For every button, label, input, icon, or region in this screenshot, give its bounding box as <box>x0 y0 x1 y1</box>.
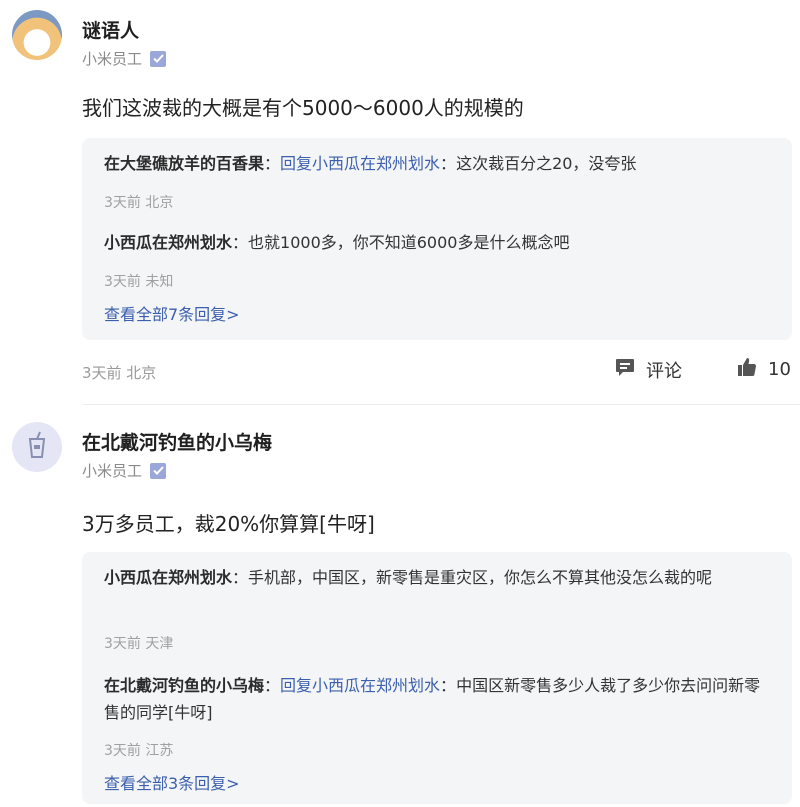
badge-text: 小米员工 <box>82 462 143 480</box>
reply-author[interactable]: 在北戴河钓鱼的小乌梅 <box>104 676 264 695</box>
reply-text: 手机部，中国区，新零售是重灾区，你怎么不算其他没怎么裁的呢 <box>248 568 713 587</box>
reply-item[interactable]: 小西瓜在郑州划水：手机部，中国区，新零售是重灾区，你怎么不算其他没怎么裁的呢 <box>104 564 762 591</box>
reply-author[interactable]: 小西瓜在郑州划水 <box>104 568 232 587</box>
post-2: 在北戴河钓鱼的小乌梅 小米员工 3万多员工，裁20%你算算[牛呀] 小西瓜在郑州… <box>0 0 800 807</box>
reply-to-link[interactable]: 回复小西瓜在郑州划水 <box>280 676 440 695</box>
reply-meta: 3天前 天津 <box>104 636 174 652</box>
verified-badge-icon <box>150 462 167 479</box>
cup-icon <box>25 431 49 463</box>
avatar[interactable] <box>12 422 62 472</box>
employee-badge: 小米员工 <box>82 460 167 481</box>
reply-item[interactable]: 在北戴河钓鱼的小乌梅：回复小西瓜在郑州划水：中国区新零售多少人裁了多少你去问问新… <box>104 672 762 726</box>
username[interactable]: 在北戴河钓鱼的小乌梅 <box>82 428 272 455</box>
reply-meta: 3天前 江苏 <box>104 743 174 759</box>
post-content: 3万多员工，裁20%你算算[牛呀] <box>82 512 375 536</box>
reply-box: 小西瓜在郑州划水：手机部，中国区，新零售是重灾区，你怎么不算其他没怎么裁的呢 3… <box>82 552 792 804</box>
view-all-replies-link[interactable]: 查看全部3条回复> <box>104 770 240 794</box>
